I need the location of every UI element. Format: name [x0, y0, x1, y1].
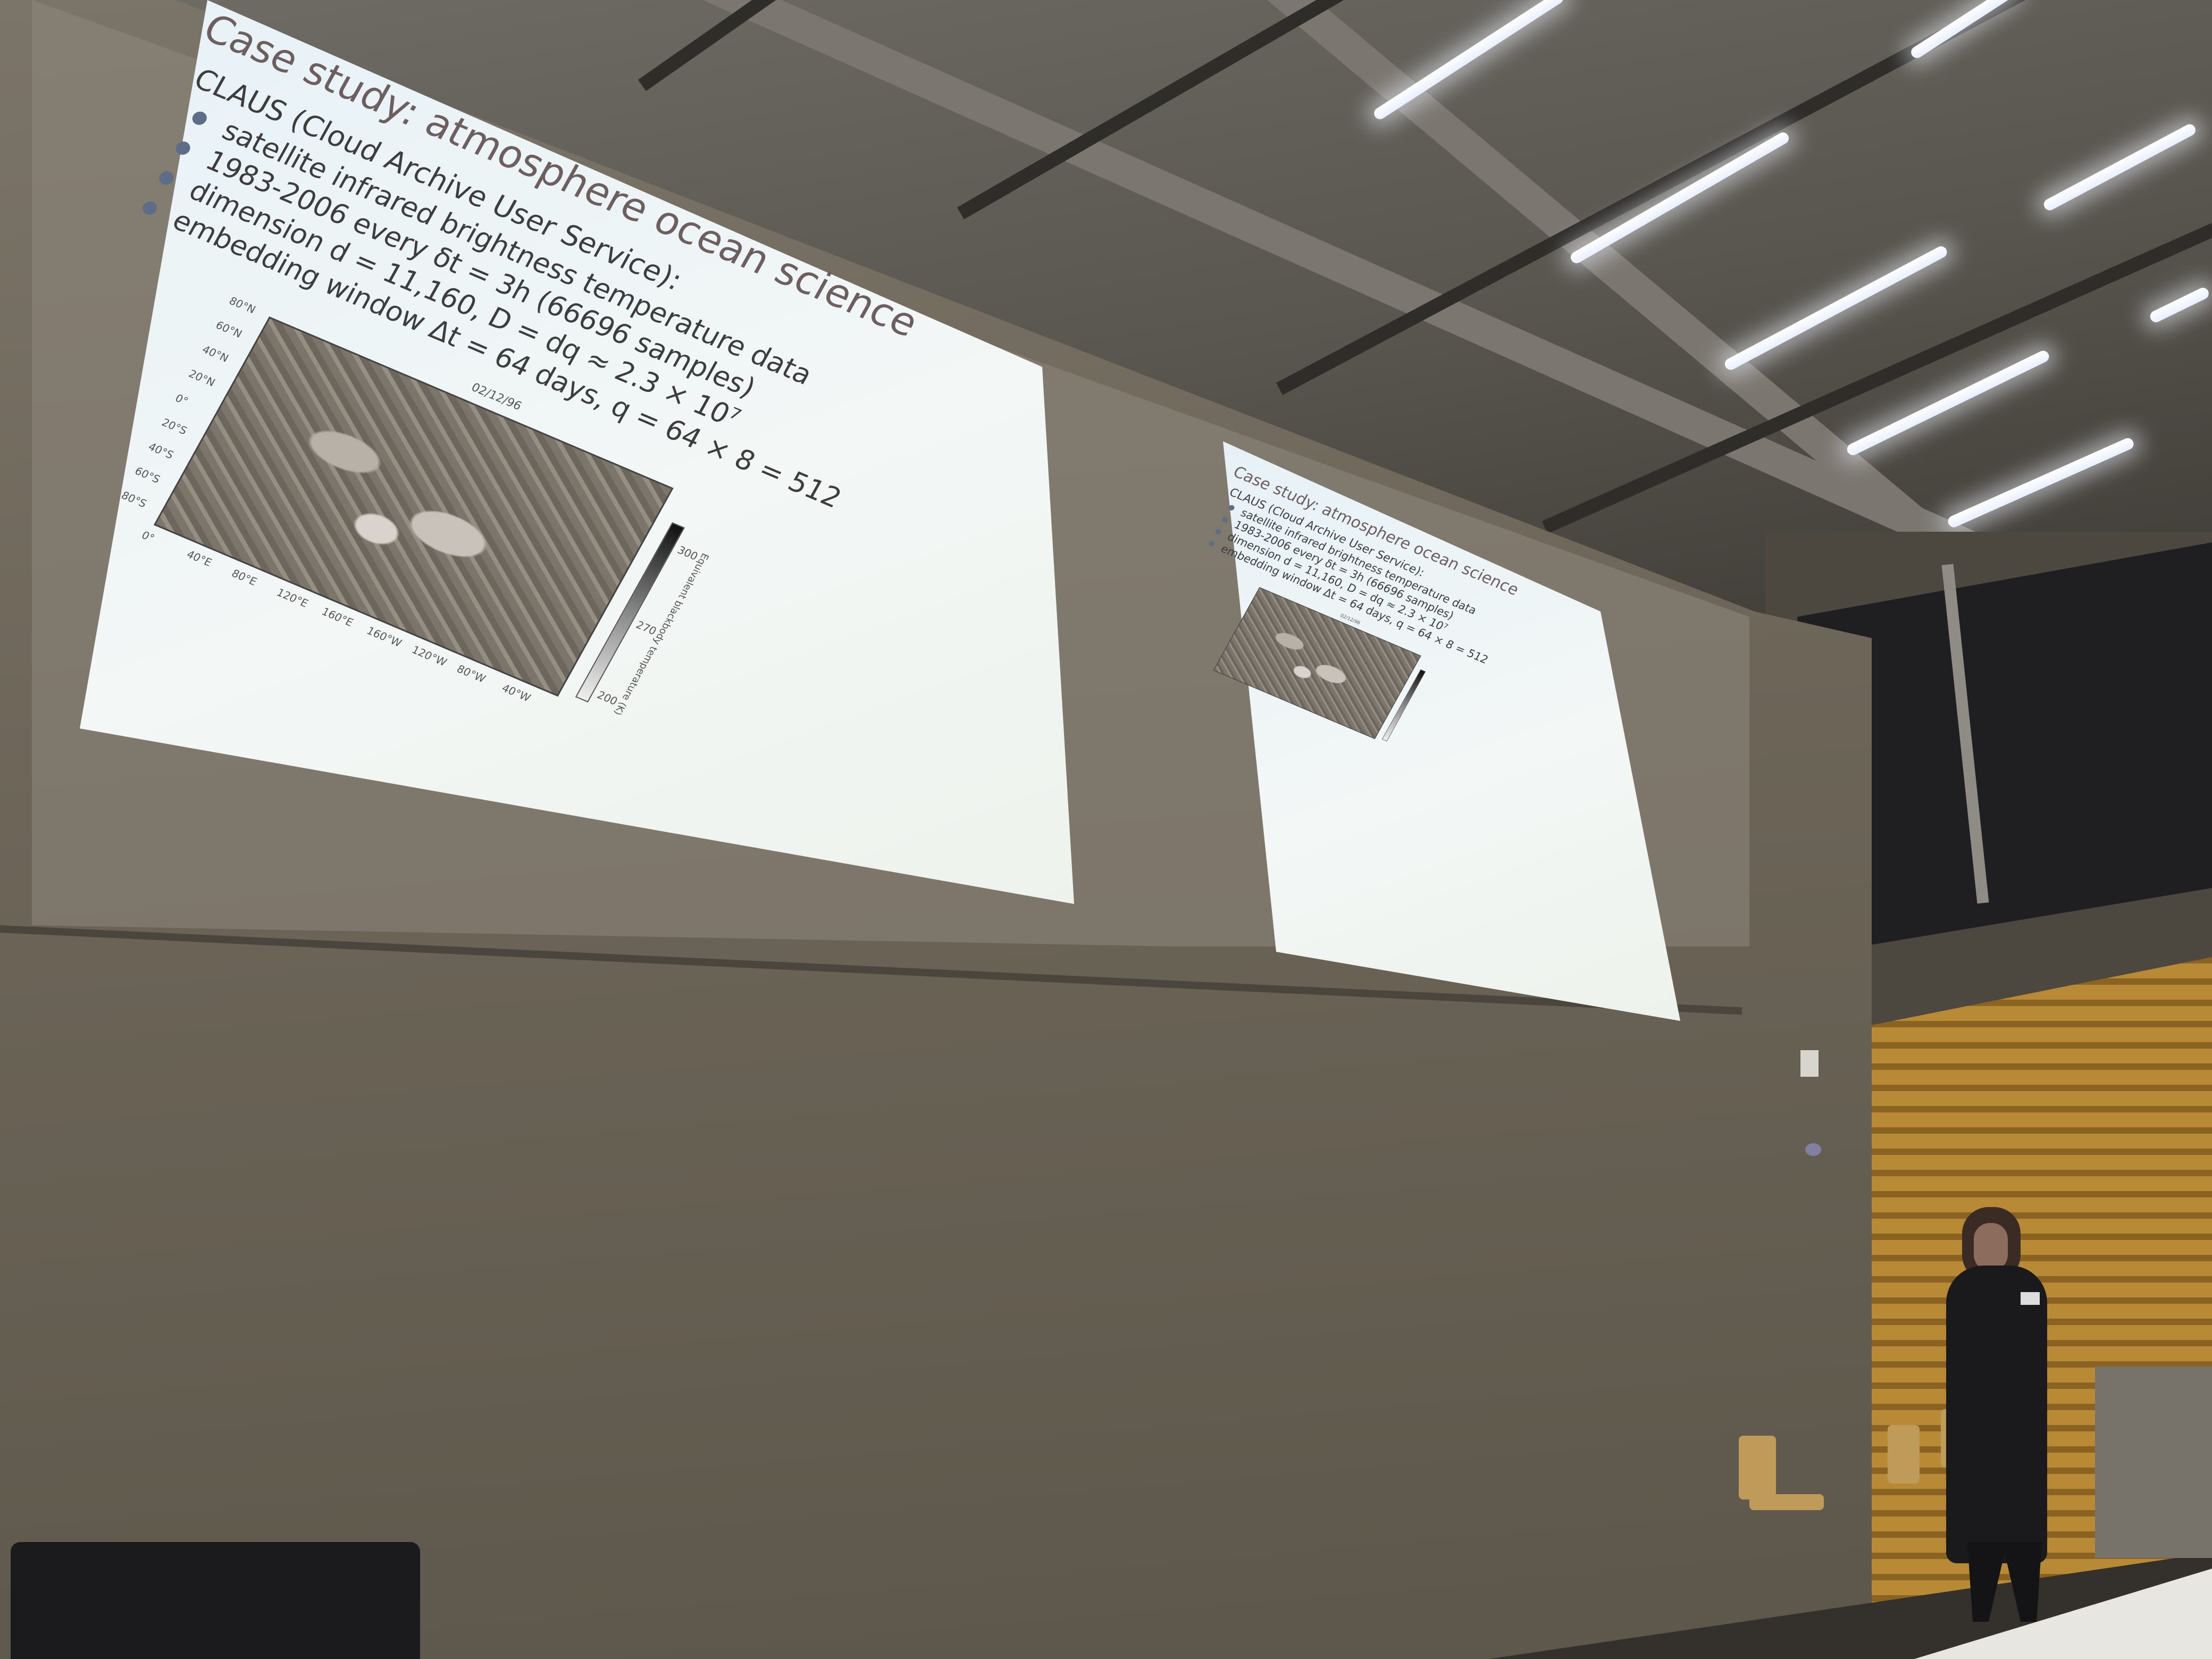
ceiling-light: [2148, 286, 2211, 324]
chair: [1749, 1494, 1824, 1510]
name-badge: [2021, 1292, 2040, 1305]
lat-tick: 80°S: [119, 489, 149, 510]
lat-tick: 20°S: [160, 416, 190, 437]
lon-tick: 80°W: [454, 662, 488, 685]
wall-sensor: [1805, 1143, 1821, 1156]
lon-tick: 80°E: [229, 566, 259, 588]
bullet-dot-icon: [156, 169, 177, 187]
bullet-dot-icon: [1227, 504, 1236, 512]
bullet-dot-icon: [140, 199, 160, 217]
lectern-table: [2095, 1367, 2212, 1558]
lat-tick: 20°N: [186, 367, 217, 389]
lat-tick: 80°N: [227, 294, 258, 316]
bullet-dot-icon: [190, 109, 210, 127]
colorbar-label: Equivalent blackbody temperature (K): [611, 551, 711, 717]
ceiling-light: [1946, 436, 2136, 530]
bullet-dot-icon: [1214, 528, 1222, 535]
wall-socket: [1800, 1050, 1819, 1077]
ceiling-light: [1723, 244, 1949, 372]
lat-tick: 40°N: [200, 342, 231, 365]
lon-tick: 0°: [139, 529, 157, 545]
chair: [1739, 1436, 1776, 1499]
lat-tick: 60°S: [132, 464, 163, 486]
lon-tick: 40°E: [184, 547, 214, 569]
presenter-face: [1974, 1223, 2008, 1271]
lat-tick: 40°S: [146, 440, 176, 462]
chair: [1888, 1425, 1920, 1484]
bullet-dot-icon: [1208, 540, 1216, 548]
ceiling-light: [1372, 0, 1566, 122]
ceiling-light: [1569, 130, 1791, 266]
lat-tick: 0°: [173, 391, 191, 408]
bullet-dot-icon: [173, 139, 193, 157]
ceiling-light: [2042, 122, 2198, 213]
ceiling-light: [1845, 348, 2051, 457]
bullet-dot-icon: [1221, 516, 1229, 524]
foreground-monitor: [11, 1542, 420, 1659]
lat-tick: 60°N: [213, 319, 245, 340]
lon-tick: 40°W: [499, 681, 533, 705]
presenter: [1946, 1266, 2047, 1563]
